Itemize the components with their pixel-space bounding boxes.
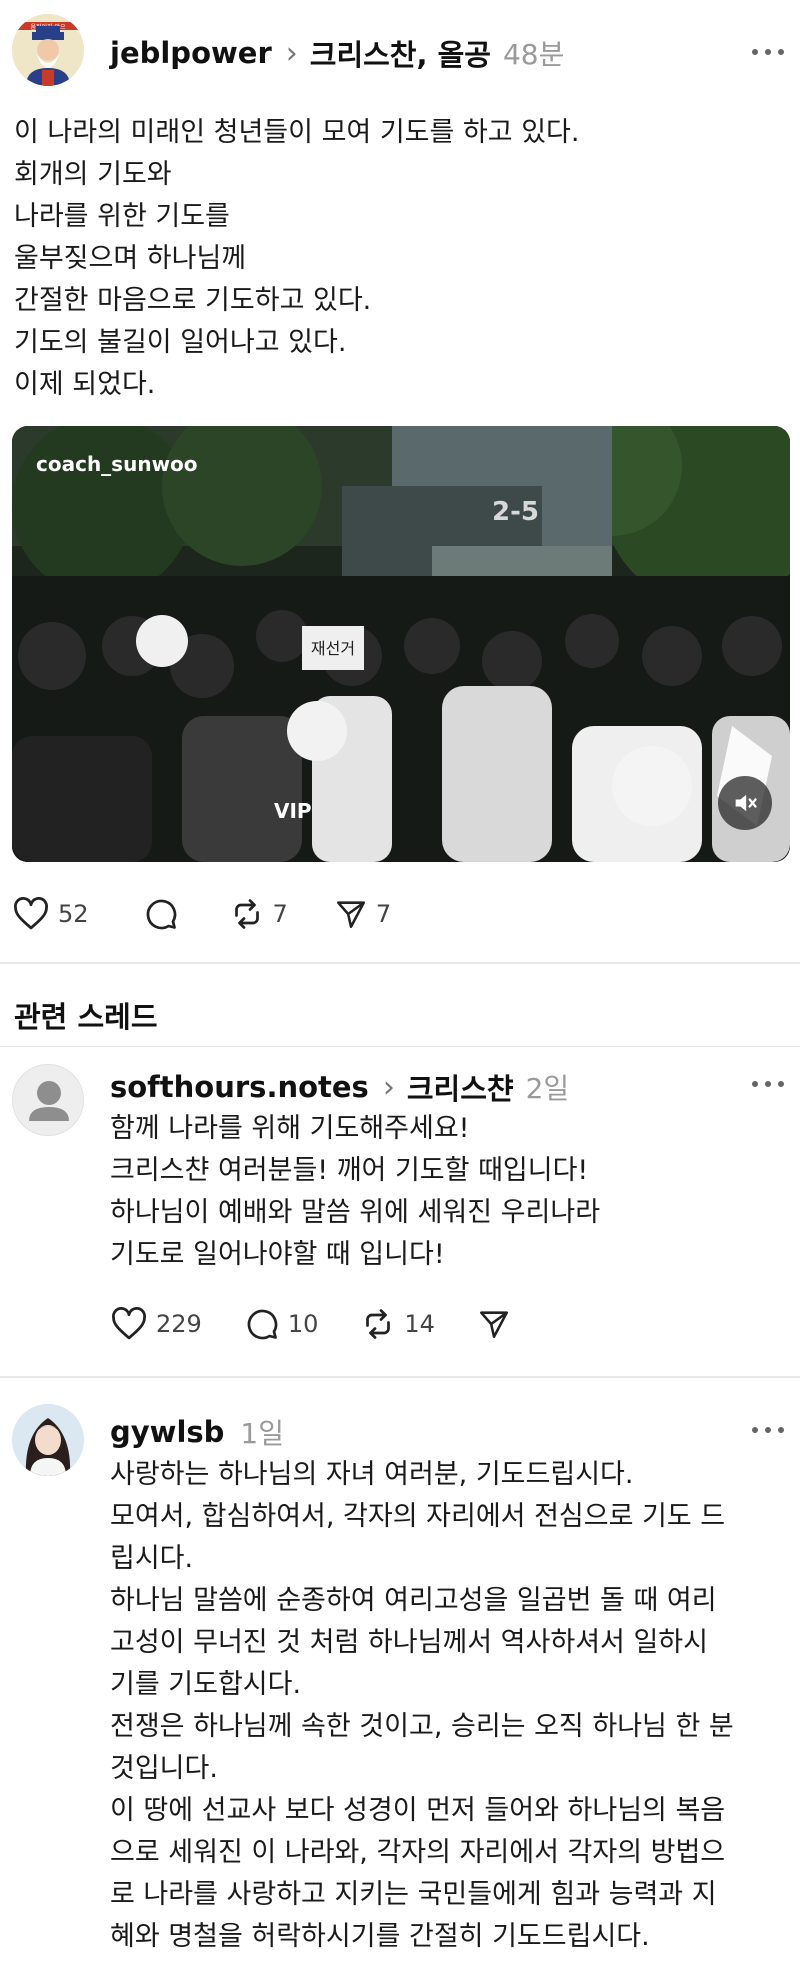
like-button[interactable]: 52 bbox=[12, 897, 89, 931]
divider bbox=[0, 962, 800, 964]
share-button[interactable]: 7 bbox=[334, 897, 391, 931]
repost-count: 14 bbox=[404, 1310, 435, 1338]
gate-label: 2-5 bbox=[492, 497, 539, 527]
post-line: 크리스챤 여러분들! 깨어 기도할 때입니다! bbox=[110, 1155, 589, 1186]
post-line: 기를 기도합시다. bbox=[110, 1669, 302, 1700]
username[interactable]: gywlsb bbox=[110, 1415, 224, 1449]
post-body: 이 나라의 미래인 청년들이 모여 기도를 하고 있다. 회개의 기도와 나라를… bbox=[14, 112, 579, 406]
default-avatar-icon bbox=[29, 1081, 69, 1121]
more-icon[interactable] bbox=[748, 40, 788, 64]
post-line: 것입니다. bbox=[110, 1753, 218, 1784]
post-line: 립시다. bbox=[110, 1543, 194, 1574]
post-softhours: softhours.notes › 크리스챤 2일 함께 나라를 위해 기도해주… bbox=[0, 1048, 800, 1378]
protest-sign-text: 재선거 bbox=[311, 639, 355, 658]
post-line: 하나님 말씀에 순종하여 여리고성을 일곱번 돌 때 여리 bbox=[110, 1585, 717, 1616]
repost-button[interactable]: 7 bbox=[229, 896, 288, 932]
timestamp: 1일 bbox=[240, 1417, 284, 1450]
repost-icon bbox=[366, 1309, 391, 1339]
post-line: 사랑하는 하나님의 자녀 여러분, 기도드립시다. bbox=[110, 1459, 634, 1490]
divider bbox=[0, 1046, 800, 1047]
avatar[interactable] bbox=[12, 1064, 84, 1136]
comment-button[interactable] bbox=[143, 896, 179, 932]
timestamp: 2일 bbox=[525, 1072, 570, 1105]
post-line: 이제 되었다. bbox=[14, 369, 156, 400]
post-jeblpower: 움직이지 않으 jeblpower › 크리스찬, 올공 48분 이 나라의 미… bbox=[0, 0, 800, 960]
comment-count: 10 bbox=[287, 1310, 319, 1338]
post-line: 으로 세워진 이 나라와, 각자의 자리에서 각자의 방법으 bbox=[110, 1837, 726, 1868]
timestamp: 48분 bbox=[502, 38, 565, 71]
post-line: 이 나라의 미래인 청년들이 모여 기도를 하고 있다. bbox=[14, 117, 580, 148]
post-line: 전쟁은 하나님께 속한 것이고, 승리는 오직 하나님 한 분 bbox=[110, 1711, 734, 1742]
post-body: 사랑하는 하나님의 자녀 여러분, 기도드립시다. 모여서, 합심하여서, 각자… bbox=[110, 1454, 734, 1958]
post-line: 하나님이 예배와 말씀 위에 세워진 우리나라 bbox=[110, 1197, 601, 1228]
post-gywlsb: gywlsb 1일 사랑하는 하나님의 자녀 여러분, 기도드립시다. 모여서,… bbox=[0, 1378, 800, 1979]
chevron-right-icon: › bbox=[285, 35, 298, 71]
share-count: 7 bbox=[375, 900, 392, 928]
post-line: 기도의 불길이 일어나고 있다. bbox=[14, 327, 347, 358]
post-body: 함께 나라를 위해 기도해주세요! 크리스챤 여러분들! 깨어 기도할 때입니다… bbox=[110, 1108, 600, 1276]
post-line: 함께 나라를 위해 기도해주세요! bbox=[110, 1113, 470, 1144]
avatar-image: 움직이지 않으 bbox=[12, 14, 84, 86]
more-icon[interactable] bbox=[748, 1072, 788, 1096]
heart-icon bbox=[14, 897, 48, 930]
mute-icon bbox=[735, 794, 757, 812]
post-line: 나라를 위한 기도를 bbox=[14, 201, 230, 232]
share-icon bbox=[479, 1311, 508, 1339]
more-icon[interactable] bbox=[748, 1418, 788, 1442]
repost-count: 7 bbox=[272, 900, 288, 928]
video-frame: 2-5 재선거 VIP bbox=[12, 426, 790, 862]
chevron-right-icon: › bbox=[382, 1069, 395, 1105]
post-line: 로 나라를 사랑하고 지키는 국민들에게 힘과 능력과 지 bbox=[110, 1879, 717, 1910]
repost-icon bbox=[234, 899, 259, 929]
post-line: 이 땅에 선교사 보다 성경이 먼저 들어와 하나님의 복음 bbox=[110, 1795, 726, 1826]
avatar-image bbox=[12, 1404, 84, 1476]
comment-icon bbox=[247, 1309, 278, 1340]
post-line: 울부짖으며 하나님께 bbox=[14, 243, 247, 274]
like-count: 229 bbox=[156, 1310, 202, 1338]
like-button[interactable]: 229 bbox=[110, 1307, 202, 1341]
share-button[interactable] bbox=[477, 1307, 511, 1341]
video-watermark: coach_sunwoo bbox=[36, 452, 198, 476]
like-count: 52 bbox=[58, 900, 89, 928]
mute-button[interactable] bbox=[718, 776, 772, 830]
post-line: 모여서, 합심하여서, 각자의 자리에서 전심으로 기도 드 bbox=[110, 1501, 726, 1532]
post-line: 혜와 명철을 허락하시기를 간절히 기도드립시다. bbox=[110, 1921, 650, 1952]
comment-icon bbox=[146, 899, 176, 930]
post-line: 기도로 일어나야할 때 입니다! bbox=[110, 1239, 445, 1270]
username[interactable]: softhours.notes bbox=[110, 1070, 369, 1104]
section-title: 관련 스레드 bbox=[14, 1000, 158, 1034]
topic-tag[interactable]: 크리스챤 bbox=[407, 1066, 514, 1108]
video-player[interactable]: 2-5 재선거 VIP coach_sunwoo bbox=[12, 426, 790, 862]
heart-icon bbox=[112, 1307, 146, 1340]
post-line: 회개의 기도와 bbox=[14, 159, 172, 190]
repost-button[interactable]: 14 bbox=[360, 1306, 435, 1342]
topic-tag[interactable]: 크리스찬, 올공 bbox=[310, 32, 491, 74]
post-line: 고성이 무너진 것 처럼 하나님께서 역사하셔서 일하시 bbox=[110, 1627, 708, 1658]
avatar[interactable] bbox=[12, 1404, 84, 1476]
comment-button[interactable]: 10 bbox=[244, 1306, 319, 1342]
username[interactable]: jeblpower bbox=[110, 36, 272, 70]
avatar[interactable]: 움직이지 않으 bbox=[12, 14, 84, 86]
share-icon bbox=[336, 901, 365, 929]
post-line: 간절한 마음으로 기도하고 있다. bbox=[14, 285, 372, 316]
cap-text: VIP bbox=[274, 799, 312, 823]
